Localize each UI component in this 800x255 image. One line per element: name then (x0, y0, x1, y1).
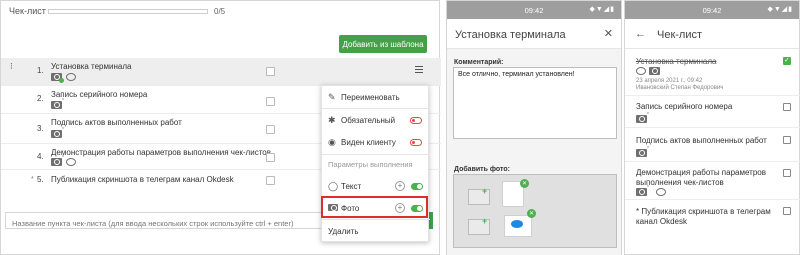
menu-item-label: Удалить (328, 227, 359, 236)
item-checkbox[interactable] (783, 103, 791, 111)
list-item[interactable]: Демонстрация работы параметров выполнени… (625, 164, 800, 200)
item-number: 2. (37, 94, 44, 103)
menu-item-text[interactable]: ◯ Текст + (322, 175, 430, 197)
checklist-header: Чек-лист 0/5 (1, 1, 441, 23)
menu-item-label: Переименовать (341, 93, 400, 102)
page-title: Чек-лист (657, 29, 703, 41)
required-toggle[interactable] (410, 117, 422, 124)
page-title: Установка терминала (455, 29, 566, 41)
mobile-item-detail-screen: 09:42 ◆▼◢▮ Установка терминала ✕ Коммент… (446, 0, 622, 255)
photo-required-icon (51, 73, 64, 83)
photo-thumbnail[interactable] (504, 215, 532, 237)
comment-textarea[interactable]: Все отлично, терминал установлен! (453, 67, 617, 139)
menu-item-label: Текст (341, 182, 362, 191)
item-label: Установка терминала (636, 57, 717, 66)
menu-item-label: Обязательный (341, 116, 396, 125)
item-checkbox[interactable] (783, 169, 791, 177)
list-item[interactable]: Установка терминала 23 апреля 2021 г., 0… (625, 53, 800, 96)
add-photo-button[interactable] (468, 216, 490, 235)
item-checkbox[interactable] (266, 176, 275, 185)
checklist-panel: Чек-лист 0/5 Добавить из шаблона ⁝ 1. Ус… (0, 0, 441, 255)
completion-author: Ивановский Степан Федорович (636, 85, 724, 91)
close-icon[interactable]: ✕ (604, 27, 613, 40)
item-label: Публикация скриншота в телеграм канал Ok… (51, 175, 234, 184)
item-number: 3. (37, 124, 44, 133)
checklist-progress-bar (48, 9, 208, 14)
item-checkbox[interactable] (266, 67, 275, 76)
back-arrow-icon[interactable]: ← (635, 28, 646, 40)
required-star: * (31, 176, 34, 183)
remove-photo-icon[interactable]: ✕ (527, 209, 536, 218)
item-label: * Публикация скриншота в телеграм канал … (636, 207, 776, 227)
camera-icon: * (636, 185, 649, 196)
item-label: Подпись актов выполненных работ (636, 136, 767, 145)
camera-icon: * (51, 98, 64, 109)
list-item[interactable]: Подпись актов выполненных работ * (625, 130, 800, 162)
item-checkbox[interactable] (266, 97, 275, 106)
status-bar: 09:42 ◆▼◢▮ (625, 1, 799, 19)
item-checkbox[interactable] (783, 136, 791, 144)
photo-option-highlight (321, 196, 428, 218)
add-text-required-button[interactable]: + (395, 181, 405, 191)
camera-icon: * (51, 155, 64, 166)
item-checkbox[interactable] (266, 153, 275, 162)
menu-item-delete[interactable]: Удалить (322, 220, 430, 242)
item-context-menu: ✎ Переименовать ✱ Обязательный ◉ Виден к… (321, 85, 430, 242)
status-icons: ◆▼◢▮ (589, 6, 615, 13)
add-photo-label: Добавить фото: (454, 166, 510, 173)
item-label: Запись серийного номера (636, 102, 733, 111)
comment-icon: ◯ (328, 181, 339, 191)
camera-icon (649, 67, 660, 75)
hamburger-menu-icon[interactable] (415, 66, 423, 75)
list-item[interactable]: * Публикация скриншота в телеграм канал … (625, 202, 800, 232)
text-toggle[interactable] (411, 183, 423, 190)
add-from-template-button[interactable]: Добавить из шаблона (339, 35, 427, 53)
divider (625, 48, 799, 49)
visible-toggle[interactable] (410, 139, 422, 146)
divider (322, 154, 430, 155)
item-number: 1. (37, 66, 44, 75)
checklist-title: Чек-лист (9, 6, 46, 16)
menu-item-label: Виден клиенту (341, 138, 396, 147)
item-checkbox[interactable] (783, 56, 791, 65)
menu-item-visible-to-client[interactable]: ◉ Виден клиенту (322, 131, 430, 153)
section-heading: Параметры выполнения (328, 160, 413, 169)
camera-icon: * (636, 146, 649, 157)
menu-item-required[interactable]: ✱ Обязательный (322, 109, 430, 131)
status-bar: 09:42 ◆▼◢▮ (447, 1, 621, 19)
item-label: Установка терминала (51, 62, 132, 71)
item-label-text: Публикация скриншота в телеграм канал Ok… (636, 207, 771, 226)
item-label: Демонстрация работы параметров выполнени… (636, 168, 766, 187)
item-checkbox[interactable] (266, 125, 275, 134)
mobile-checklist-screen: 09:42 ◆▼◢▮ ← Чек-лист Установка терминал… (624, 0, 800, 255)
remove-photo-icon[interactable]: ✕ (520, 179, 529, 188)
camera-icon: * (636, 112, 649, 123)
item-label: Демонстрация работы параметров выполнени… (51, 148, 271, 157)
list-item[interactable]: Запись серийного номера * (625, 98, 800, 128)
item-checkbox[interactable] (783, 207, 791, 215)
item-label: Подпись актов выполненных работ (51, 118, 182, 127)
comment-required-icon (66, 73, 76, 81)
table-row[interactable]: ⁝ 1. Установка терминала (1, 58, 441, 86)
camera-icon: * (51, 127, 64, 138)
comment-icon (656, 188, 666, 196)
progress-text: 0/5 (214, 7, 226, 16)
comment-icon (66, 158, 76, 166)
item-number: 5. (37, 175, 44, 184)
required-star: * (636, 207, 640, 216)
menu-item-rename[interactable]: ✎ Переименовать (322, 86, 430, 108)
asterisk-icon: ✱ (328, 115, 336, 125)
photo-gallery: ✕ ✕ (453, 174, 617, 248)
comment-label: Комментарий: (454, 59, 504, 66)
pencil-icon: ✎ (328, 92, 336, 102)
drag-handle-icon[interactable]: ⁝ (10, 62, 13, 71)
comment-icon (636, 67, 646, 75)
add-photo-button[interactable] (468, 186, 490, 205)
item-label: Запись серийного номера (51, 90, 148, 99)
eye-icon: ◉ (328, 137, 336, 147)
status-icons: ◆▼◢▮ (767, 6, 793, 13)
item-number: 4. (37, 152, 44, 161)
completion-date: 23 апреля 2021 г., 09:42 (636, 78, 703, 84)
